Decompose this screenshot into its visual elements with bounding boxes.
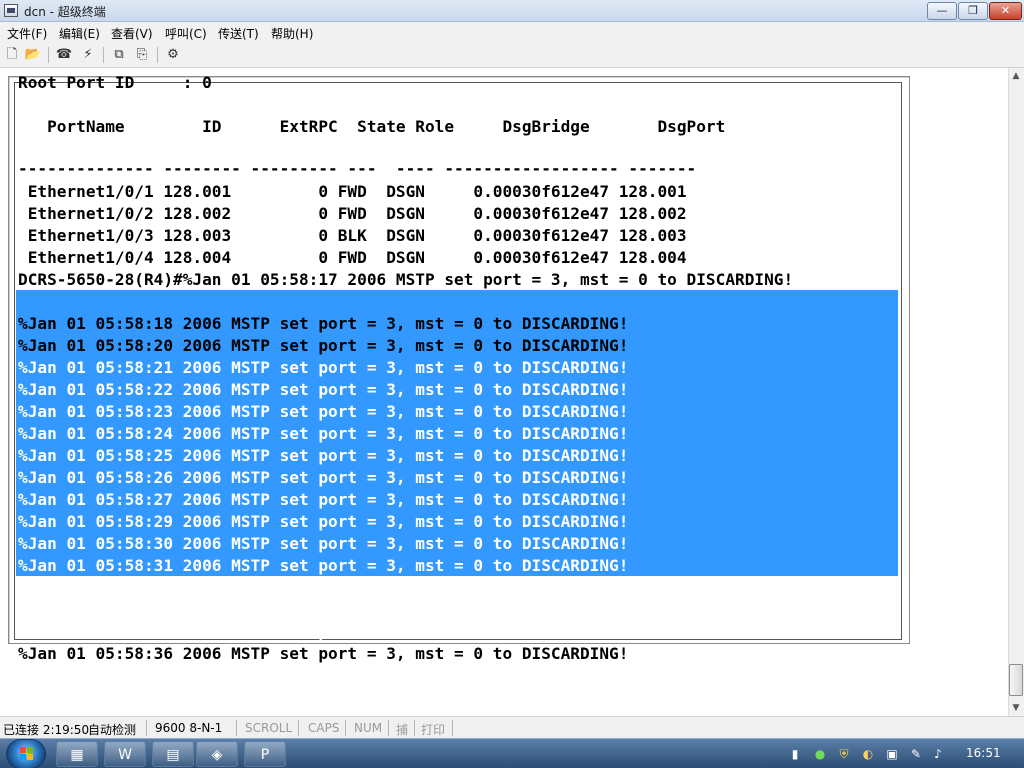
title-bar: dcn - 超级终端 — ❐ ✕ — [0, 0, 1024, 22]
log-line-selected: %Jan 01 05:58:22 2006 MSTP set port = 3,… — [18, 380, 629, 399]
capture-status: 捕 — [396, 723, 409, 737]
menu-transfer[interactable]: 传送(T) — [218, 25, 259, 42]
port-row: Ethernet1/0/2 128.002 0 FWD DSGN 0.00030… — [18, 204, 687, 223]
log-line-selected: %Jan 01 05:58:30 2006 MSTP set port = 3,… — [18, 534, 629, 553]
close-button[interactable]: ✕ — [989, 2, 1022, 20]
open-folder-icon[interactable]: 📂 — [24, 46, 42, 64]
explorer-icon[interactable]: ▤ — [152, 741, 194, 767]
phone-icon[interactable]: ☎ — [55, 46, 73, 64]
new-file-icon[interactable]: 🗋 — [3, 46, 21, 64]
status-separator — [414, 720, 415, 736]
separator-line: -------------- -------- --------- --- --… — [18, 159, 697, 178]
start-button[interactable] — [6, 739, 46, 768]
window-title: dcn - 超级终端 — [24, 5, 106, 19]
status-separator — [146, 720, 147, 736]
properties-icon[interactable]: ⚙ — [164, 46, 182, 64]
send-icon[interactable]: ⧉ — [110, 46, 128, 64]
hyperterminal-icon[interactable]: ◈ — [196, 741, 238, 767]
port-row: Ethernet1/0/4 128.004 0 FWD DSGN 0.00030… — [18, 248, 687, 267]
status-separator — [345, 720, 346, 736]
taskbar-clock[interactable]: 16:51 — [966, 746, 1001, 760]
toolbar-separator — [103, 47, 104, 63]
log-line-selected: %Jan 01 05:58:32 2006 MSTP set port = 3,… — [18, 578, 629, 597]
toolbar-separator — [157, 47, 158, 63]
caps-status: CAPS — [308, 721, 340, 735]
log-line-selected: %Jan 01 05:58:35 2006 MSTP set port = 3,… — [18, 622, 629, 641]
log-line-selected: %Jan 01 05:58:29 2006 MSTP set port = 3,… — [18, 512, 629, 531]
menu-file[interactable]: 文件(F) — [7, 25, 47, 42]
log-line: %Jan 01 05:58:20 2006 MSTP set port = 3,… — [18, 336, 629, 355]
vertical-scrollbar[interactable] — [1008, 68, 1024, 716]
menu-edit[interactable]: 编辑(E) — [59, 25, 100, 42]
log-line-selected: %Jan 01 05:58:27 2006 MSTP set port = 3,… — [18, 490, 629, 509]
log-line-selected: %Jan 01 05:58:23 2006 MSTP set port = 3,… — [18, 402, 629, 421]
port-row: Ethernet1/0/3 128.003 0 BLK DSGN 0.00030… — [18, 226, 687, 245]
tray-shield-icon[interactable]: ⛨ — [836, 747, 852, 761]
menu-bar: 文件(F) 编辑(E) 查看(V) 呼叫(C) 传送(T) 帮助(H) — [0, 22, 1024, 42]
folder-app-icon[interactable]: ▦ — [56, 741, 98, 767]
tray-input-icon[interactable]: ▮ — [787, 747, 803, 761]
menu-help[interactable]: 帮助(H) — [271, 25, 313, 42]
maximize-button[interactable]: ❐ — [958, 2, 988, 20]
scroll-thumb[interactable] — [1009, 664, 1023, 696]
toolbar-separator — [48, 47, 49, 63]
tray-network-icon[interactable]: ● — [812, 747, 828, 761]
hyperterminal-app-icon[interactable] — [4, 4, 18, 17]
status-bar: 已连接 2:19:50 自动检测 9600 8-N-1 SCROLL CAPS … — [0, 716, 1024, 738]
tray-pen-icon[interactable]: ✎ — [908, 747, 924, 761]
log-line-selected: %Jan 01 05:58:33 2006 MSTP set port = 3,… — [18, 600, 629, 619]
status-separator — [236, 720, 237, 736]
scroll-down-icon[interactable]: ▼ — [1008, 700, 1024, 716]
port-row: Ethernet1/0/1 128.001 0 FWD DSGN 0.00030… — [18, 182, 687, 201]
minimize-button[interactable]: — — [927, 2, 957, 20]
receive-icon[interactable]: ⎘ — [133, 46, 151, 64]
menu-call[interactable]: 呼叫(C) — [165, 25, 207, 42]
status-separator — [452, 720, 453, 736]
log-line: %Jan 01 05:58:18 2006 MSTP set port = 3,… — [18, 314, 629, 333]
status-separator — [298, 720, 299, 736]
print-status: 打印 — [421, 723, 446, 737]
log-line-selected: %Jan 01 05:58:21 2006 MSTP set port = 3,… — [18, 358, 629, 377]
log-line-selected: %Jan 01 05:58:25 2006 MSTP set port = 3,… — [18, 446, 629, 465]
disconnect-icon[interactable]: ⚡ — [79, 46, 97, 64]
scroll-up-icon[interactable]: ▲ — [1008, 68, 1024, 84]
baud-status: 9600 8-N-1 — [155, 721, 223, 735]
powerpoint-icon[interactable]: P — [244, 741, 286, 767]
prompt-line: DCRS-5650-28(R4)#%Jan 01 05:58:17 2006 M… — [18, 270, 794, 289]
log-line: %Jan 01 05:58:36 2006 MSTP set port = 3,… — [18, 644, 629, 663]
tray-device-icon[interactable]: ▣ — [884, 747, 900, 761]
status-separator — [388, 720, 389, 736]
windows-logo-icon — [20, 747, 34, 761]
log-line-selected: %Jan 01 05:58:31 2006 MSTP set port = 3,… — [18, 556, 629, 575]
log-line-selected: %Jan 01 05:58:24 2006 MSTP set port = 3,… — [18, 424, 629, 443]
toolbar: 🗋 📂 ☎ ⚡ ⧉ ⎘ ⚙ — [0, 42, 1024, 68]
detect-status: 自动检测 — [88, 723, 137, 737]
connection-status: 已连接 2:19:50 — [3, 723, 90, 737]
word-icon[interactable]: W — [104, 741, 146, 767]
taskbar: ▦ W ▤ ◈ P ▮ ● ⛨ ◐ ▣ ✎ ♪ 16:51 — [0, 738, 1024, 768]
log-line-selected: %Jan 01 05:58:26 2006 MSTP set port = 3,… — [18, 468, 629, 487]
tray-ime-icon[interactable]: ◐ — [860, 747, 876, 761]
tray-volume-icon[interactable]: ♪ — [930, 747, 946, 761]
menu-view[interactable]: 查看(V) — [111, 25, 153, 42]
scroll-lock-status: SCROLL — [245, 721, 293, 735]
num-status: NUM — [354, 721, 383, 735]
root-port-line: Root Port ID : 0 — [18, 73, 212, 92]
column-headers-line: PortName ID ExtRPC State Role DsgBridge … — [18, 117, 726, 136]
